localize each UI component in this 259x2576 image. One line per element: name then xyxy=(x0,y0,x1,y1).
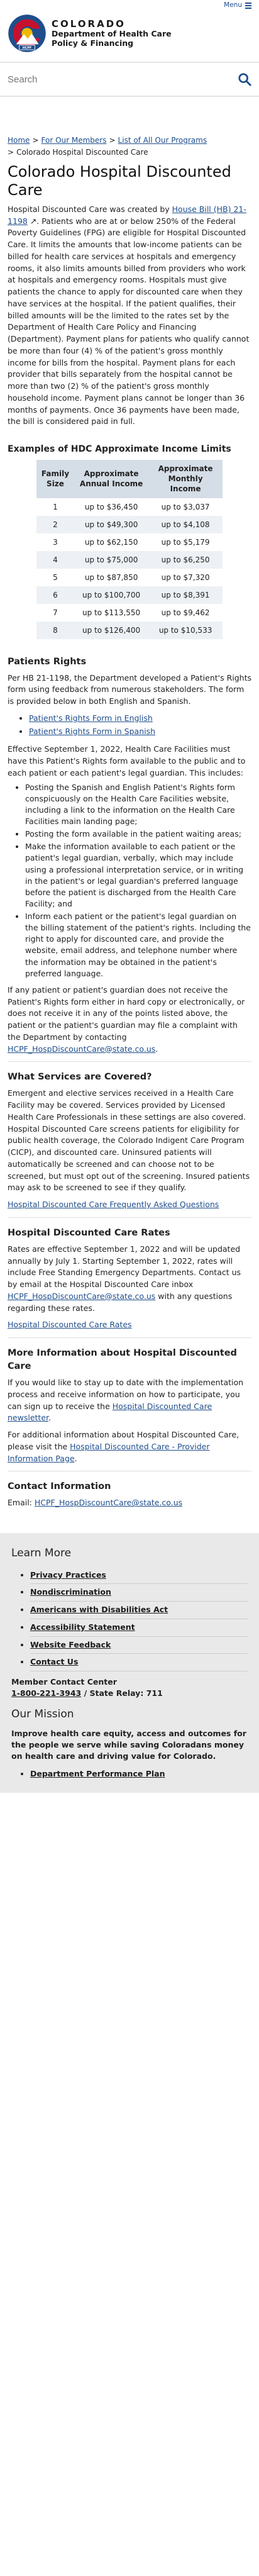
contact-email-link[interactable]: HCPF_HospDiscountCare@state.co.us xyxy=(35,1498,182,1507)
contact-email: Email: HCPF_HospDiscountCare@state.co.us xyxy=(8,1498,183,1508)
nondiscrimination-link[interactable]: Nondiscrimination xyxy=(30,1587,111,1597)
covered-services-section: What Services are Covered? Emergent and … xyxy=(8,1071,251,1211)
income-limits-section: Examples of HDC Approximate Income Limit… xyxy=(8,443,251,639)
list-item: Posting the form available in the patien… xyxy=(25,828,251,840)
table-row: 1 up to $36,450 up to $3,037 xyxy=(53,502,210,511)
state-name: COLORADO xyxy=(52,18,126,30)
list-item: Contact Us xyxy=(30,1654,248,1672)
rates-email-link[interactable]: HCPF_HospDiscountCare@state.co.us xyxy=(8,1291,155,1301)
breadcrumb-for-our-members[interactable]: For Our Members xyxy=(41,136,107,145)
table-header: Approximate Monthly Income xyxy=(148,460,223,498)
privacy-practices-link[interactable]: Privacy Practices xyxy=(30,1570,106,1580)
rates-link[interactable]: Hospital Discounted Care Rates xyxy=(8,1320,132,1329)
covered-services-heading: What Services are Covered? xyxy=(8,1072,152,1083)
list-item: Inform each patient or the patient's leg… xyxy=(25,911,251,979)
colorado-c-logo[interactable]: HCPF xyxy=(8,14,47,53)
footer-bottom-links: Department Performance Plan xyxy=(30,1766,248,1783)
site-header: HCPF COLORADO Department of Health Care … xyxy=(0,11,259,59)
department-name-line1: Department of Health Care xyxy=(52,29,172,39)
section-divider xyxy=(8,1061,251,1062)
mission-text: Improve health care equity, access and o… xyxy=(11,1728,246,1761)
section-divider xyxy=(8,1337,251,1339)
external-link-icon: ↗ xyxy=(27,216,37,226)
table-row: 3 up to $62,150 up to $5,179 xyxy=(53,537,210,547)
contact-heading: Contact Information xyxy=(8,1481,111,1492)
more-info-paragraph-2: For additional information about Hospita… xyxy=(8,1430,240,1463)
list-item: Patient's Rights Form in English xyxy=(29,713,251,725)
performance-plan-link[interactable]: Department Performance Plan xyxy=(30,1769,165,1778)
svg-text:HCPF: HCPF xyxy=(23,46,32,50)
department-name-line2: Policy & Financing xyxy=(52,38,134,48)
breadcrumb: Home > For Our Members > List of All Our Pro… xyxy=(8,136,207,157)
site-footer: Learn More Privacy Practices Nondiscrimi… xyxy=(0,1533,259,1793)
table-row: 8 up to $126,400 up to $10,533 xyxy=(36,621,223,639)
breadcrumb-current: Colorado Hospital Discounted Care xyxy=(16,147,148,157)
list-item: Make the information available to each p… xyxy=(25,841,251,910)
rates-paragraph: Rates are effective September 1, 2022 an… xyxy=(8,1244,241,1313)
search-icon[interactable] xyxy=(238,72,251,86)
website-feedback-link[interactable]: Website Feedback xyxy=(30,1640,111,1649)
search-input[interactable] xyxy=(8,74,238,85)
hamburger-icon xyxy=(245,3,251,9)
search-bar xyxy=(0,62,259,97)
menu-button[interactable]: Menu xyxy=(224,1,251,11)
page-title: Colorado Hospital Discounted Care xyxy=(8,163,231,199)
rights-paragraph-2: Effective September 1, 2022, Health Care… xyxy=(8,744,246,778)
table-header: Family Size xyxy=(36,460,75,498)
list-item: Nondiscrimination xyxy=(30,1584,248,1602)
rights-paragraph-3: If any patient or patient's guardian doe… xyxy=(8,984,245,1054)
table-row: 5 up to $87,850 up to $7,320 xyxy=(53,572,210,582)
rights-requirements-list: Posting the Spanish and English Patient'… xyxy=(25,782,251,979)
contact-us-link[interactable]: Contact Us xyxy=(30,1657,78,1666)
footer-links: Privacy Practices Nondiscrimination Amer… xyxy=(30,1567,248,1672)
rights-paragraph-1: Per HB 21-1198, the Department developed… xyxy=(8,672,251,706)
member-contact: Member Contact Center 1-800-221-3943 / S… xyxy=(11,1676,248,1699)
table-row: 4 up to $75,000 up to $6,250 xyxy=(36,550,223,569)
covered-services-paragraph: Emergent and elective services received … xyxy=(8,1088,250,1193)
more-info-section: More Information about Hospital Discount… xyxy=(8,1347,251,1464)
income-table-title: Examples of HDC Approximate Income Limit… xyxy=(8,444,231,455)
income-limits-table: Family Size Approximate Annual Income Ap… xyxy=(36,460,223,639)
list-item: Posting the Spanish and English Patient'… xyxy=(25,782,251,828)
more-info-heading: More Information about Hospital Discount… xyxy=(8,1348,237,1372)
member-phone-link[interactable]: 1-800-221-3943 xyxy=(11,1688,81,1698)
menu-label: Menu xyxy=(224,1,242,9)
patients-rights-section: Patients Rights Per HB 21-1198, the Depa… xyxy=(8,655,251,1056)
table-row: 6 up to $100,700 up to $8,391 xyxy=(36,586,223,604)
list-item: Patient's Rights Form in Spanish xyxy=(29,726,251,738)
state-relay: / State Relay: 711 xyxy=(81,1688,163,1698)
ada-link[interactable]: Americans with Disabilities Act xyxy=(30,1605,168,1614)
main-content: Home > For Our Members > List of All Our Pro… xyxy=(0,135,259,1509)
list-item: Americans with Disabilities Act xyxy=(30,1602,248,1619)
section-divider xyxy=(8,1217,251,1218)
list-item: Accessibility Statement xyxy=(30,1619,248,1637)
faq-link[interactable]: Hospital Discounted Care Frequently Aske… xyxy=(8,1200,219,1209)
contact-section: Contact Information Email: HCPF_HospDisc… xyxy=(8,1480,251,1509)
more-info-paragraph-1: If you would like to stay up to date wit… xyxy=(8,1378,244,1423)
accessibility-link[interactable]: Accessibility Statement xyxy=(30,1622,135,1632)
top-utility-bar: Menu xyxy=(0,0,259,11)
complaint-email-link[interactable]: HCPF_HospDiscountCare@state.co.us xyxy=(8,1044,155,1054)
intro-paragraph: Hospital Discounted Care was created by … xyxy=(8,204,250,427)
mission-heading: Our Mission xyxy=(11,1708,74,1721)
breadcrumb-list-of-programs[interactable]: List of All Our Programs xyxy=(118,136,207,145)
rights-form-links: Patient's Rights Form in English Patient… xyxy=(29,713,251,738)
rates-heading: Hospital Discounted Care Rates xyxy=(8,1227,170,1238)
rights-form-spanish-link[interactable]: Patient's Rights Form in Spanish xyxy=(29,727,155,736)
patients-rights-heading: Patients Rights xyxy=(8,656,87,667)
learn-more-heading: Learn More xyxy=(11,1547,72,1560)
list-item: Department Performance Plan xyxy=(30,1766,248,1783)
table-row: 7 up to $113,550 up to $9,462 xyxy=(53,608,210,617)
member-center-label: Member Contact Center xyxy=(11,1677,117,1687)
agency-name[interactable]: COLORADO Department of Health Care Polic… xyxy=(52,19,172,48)
breadcrumb-home[interactable]: Home xyxy=(8,136,30,145)
list-item: Privacy Practices xyxy=(30,1567,248,1585)
rates-section: Hospital Discounted Care Rates Rates are… xyxy=(8,1227,251,1331)
rights-form-english-link[interactable]: Patient's Rights Form in English xyxy=(29,713,153,723)
table-row: 2 up to $49,300 up to $4,108 xyxy=(36,515,223,533)
list-item: Website Feedback xyxy=(30,1637,248,1654)
table-header: Approximate Annual Income xyxy=(74,460,149,498)
